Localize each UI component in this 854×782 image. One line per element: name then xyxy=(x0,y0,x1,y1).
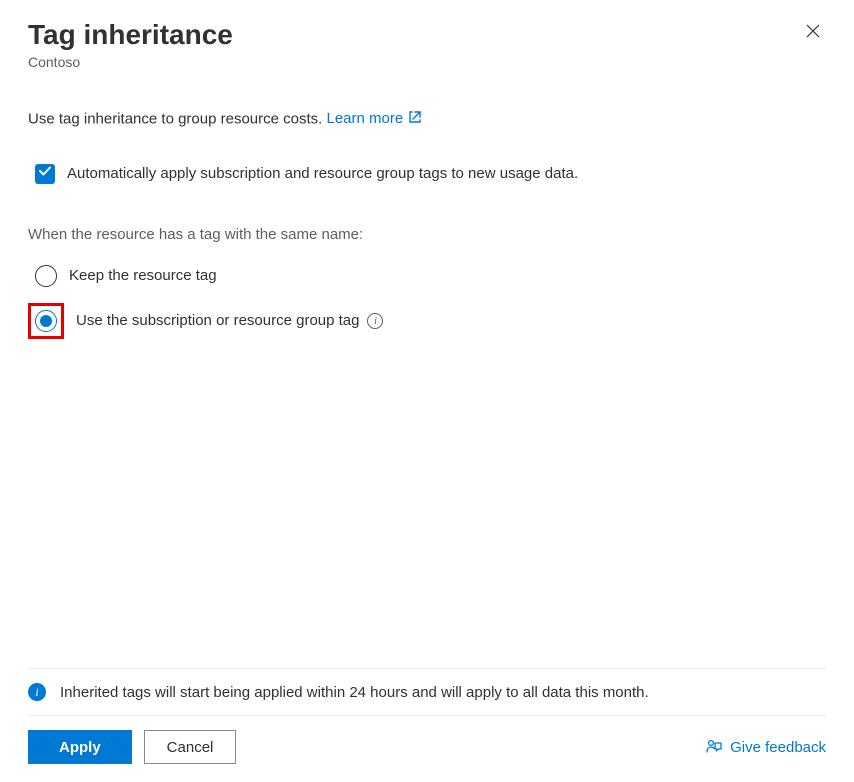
radio-label: Use the subscription or resource group t… xyxy=(76,312,383,329)
info-icon[interactable]: i xyxy=(367,313,383,329)
radio-option-use-subscription[interactable]: Use the subscription or resource group t… xyxy=(28,295,826,347)
tag-conflict-radio-group: Keep the resource tag Use the subscripti… xyxy=(28,257,826,347)
page-subtitle: Contoso xyxy=(28,54,233,70)
external-link-icon xyxy=(408,110,422,128)
radio-button[interactable] xyxy=(35,265,57,287)
radio-option-keep-resource[interactable]: Keep the resource tag xyxy=(35,257,826,295)
auto-apply-checkbox-row[interactable]: Automatically apply subscription and res… xyxy=(28,164,826,184)
panel-header: Tag inheritance Contoso xyxy=(28,18,826,70)
feedback-label: Give feedback xyxy=(730,739,826,756)
radio-label: Keep the resource tag xyxy=(69,267,217,284)
page-title: Tag inheritance xyxy=(28,18,233,52)
intro-text: Use tag inheritance to group resource co… xyxy=(28,110,322,127)
panel-footer: Apply Cancel Give feedback xyxy=(28,715,826,782)
learn-more-link[interactable]: Learn more xyxy=(327,110,423,128)
close-icon xyxy=(806,25,820,42)
checkmark-icon xyxy=(38,164,52,183)
intro-text-row: Use tag inheritance to group resource co… xyxy=(28,110,826,128)
info-badge-icon: i xyxy=(28,683,46,701)
panel-content: Use tag inheritance to group resource co… xyxy=(28,70,826,668)
close-button[interactable] xyxy=(800,18,826,48)
radio-button[interactable] xyxy=(35,310,57,332)
auto-apply-label: Automatically apply subscription and res… xyxy=(67,165,578,182)
cancel-button[interactable]: Cancel xyxy=(144,730,237,764)
info-banner: i Inherited tags will start being applie… xyxy=(28,668,826,715)
apply-button[interactable]: Apply xyxy=(28,730,132,764)
give-feedback-link[interactable]: Give feedback xyxy=(705,738,826,756)
info-message: Inherited tags will start being applied … xyxy=(60,684,649,701)
auto-apply-checkbox[interactable] xyxy=(35,164,55,184)
feedback-icon xyxy=(705,738,723,756)
radio-section-label: When the resource has a tag with the sam… xyxy=(28,226,826,243)
highlight-annotation xyxy=(28,303,64,339)
learn-more-label: Learn more xyxy=(327,110,404,127)
